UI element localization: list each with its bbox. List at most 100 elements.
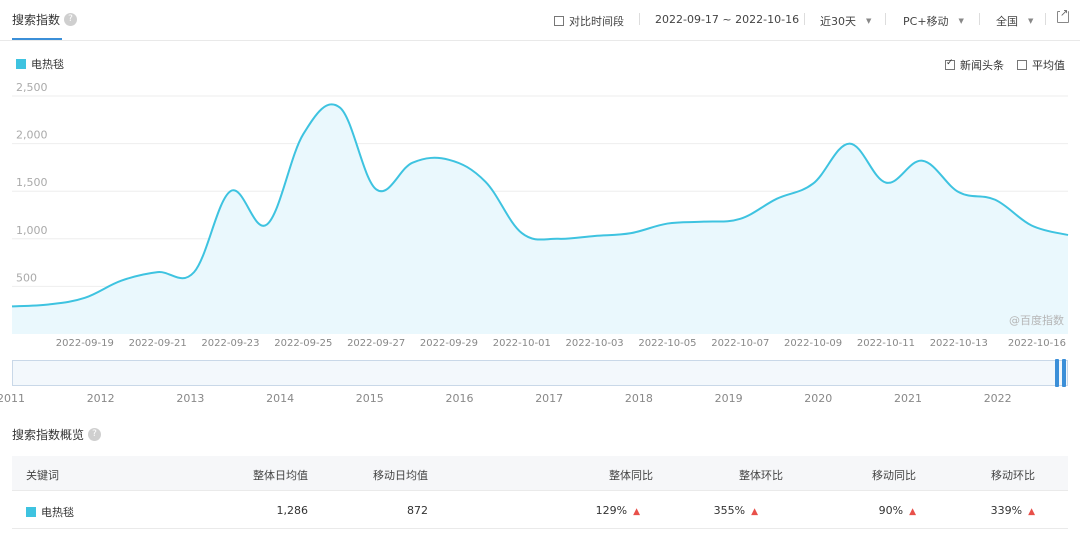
data-point[interactable] bbox=[9, 303, 15, 309]
data-point[interactable] bbox=[810, 181, 816, 187]
row-overall-avg: 1,286 bbox=[276, 504, 309, 517]
timeline-brush[interactable] bbox=[12, 360, 1068, 386]
table-header-row: 关键词 整体日均值 移动日均值 整体同比 整体环比 移动同比 移动环比 bbox=[12, 456, 1068, 491]
data-point[interactable] bbox=[191, 269, 197, 275]
overview-title-text: 搜索指数概览 bbox=[12, 428, 85, 442]
average-label: 平均值 bbox=[1032, 59, 1065, 72]
data-point[interactable] bbox=[337, 104, 343, 110]
region-value: 全国 bbox=[996, 15, 1018, 28]
help-icon[interactable]: ? bbox=[64, 13, 78, 26]
data-point[interactable] bbox=[555, 236, 561, 242]
timeline-year-label: 2013 bbox=[176, 392, 205, 405]
data-point[interactable] bbox=[300, 131, 306, 137]
data-point[interactable] bbox=[847, 141, 853, 147]
data-point[interactable] bbox=[919, 158, 925, 164]
data-point[interactable] bbox=[45, 301, 51, 307]
divider bbox=[639, 13, 640, 25]
x-tick-label: 2022-09-23 bbox=[201, 338, 259, 349]
data-point[interactable] bbox=[482, 179, 488, 185]
timeline-year-label: 2012 bbox=[86, 392, 115, 405]
arrow-up-icon: ▲ bbox=[633, 507, 640, 517]
index-header: 搜索指数 ? 对比时间段 2022-09-17 ~ 2022-10-16 近30… bbox=[0, 0, 1080, 41]
data-point[interactable] bbox=[519, 230, 525, 236]
news-toggle[interactable]: 新闻头条 bbox=[945, 57, 1004, 73]
data-point[interactable] bbox=[446, 157, 452, 163]
date-range-text: 2022-09-17 ~ 2022-10-16 bbox=[655, 13, 800, 26]
data-point[interactable] bbox=[883, 180, 889, 186]
data-point[interactable] bbox=[410, 160, 416, 166]
average-toggle[interactable]: 平均值 bbox=[1017, 57, 1065, 73]
divider bbox=[1045, 13, 1046, 25]
timeline-year-label: 2014 bbox=[266, 392, 295, 405]
device-value: PC+移动 bbox=[903, 15, 949, 28]
watermark-text: @百度指数 bbox=[1009, 313, 1064, 327]
device-select[interactable]: PC+移动 ▼ bbox=[903, 13, 964, 29]
average-checkbox[interactable] bbox=[1017, 60, 1027, 70]
row-mobile-mom-value: 339% bbox=[990, 504, 1023, 517]
x-tick-label: 2022-10-11 bbox=[857, 338, 915, 349]
data-point[interactable] bbox=[628, 230, 634, 236]
data-point[interactable] bbox=[1029, 222, 1035, 228]
data-point[interactable] bbox=[992, 197, 998, 203]
row-keyword-text: 电热毯 bbox=[41, 506, 74, 519]
divider bbox=[804, 13, 805, 25]
tab-search-index[interactable]: 搜索指数 ? bbox=[12, 11, 78, 28]
timeline-year-label: 2017 bbox=[535, 392, 564, 405]
y-tick-label: 1,000 bbox=[16, 224, 48, 237]
data-point[interactable] bbox=[737, 216, 743, 222]
compare-label: 对比时间段 bbox=[569, 15, 624, 28]
x-tick-label: 2022-09-25 bbox=[274, 338, 332, 349]
data-point[interactable] bbox=[118, 278, 124, 284]
timeline-year-label: 2015 bbox=[355, 392, 384, 405]
caret-down-icon: ▼ bbox=[866, 17, 872, 25]
data-point[interactable] bbox=[82, 295, 88, 301]
news-checkbox[interactable] bbox=[945, 58, 955, 70]
header-overall-mom: 整体环比 bbox=[739, 469, 783, 482]
brush-handle-left[interactable] bbox=[1055, 359, 1059, 387]
external-link-icon[interactable] bbox=[1057, 8, 1069, 23]
caret-down-icon: ▼ bbox=[1028, 17, 1034, 25]
row-keyword[interactable]: 电热毯 bbox=[26, 504, 74, 520]
timeline-year-label: 2011 bbox=[0, 392, 25, 405]
compare-checkbox[interactable] bbox=[554, 16, 564, 26]
data-point[interactable] bbox=[155, 269, 161, 275]
x-tick-label: 2022-10-05 bbox=[638, 338, 696, 349]
data-point[interactable] bbox=[774, 196, 780, 202]
overview-table: 关键词 整体日均值 移动日均值 整体同比 整体环比 移动同比 移动环比 电热毯 … bbox=[12, 456, 1068, 529]
data-point[interactable] bbox=[701, 219, 707, 225]
x-tick-label: 2022-09-27 bbox=[347, 338, 405, 349]
brush-handle-right[interactable] bbox=[1062, 359, 1066, 387]
arrow-up-icon: ▲ bbox=[909, 507, 916, 517]
x-tick-label: 2022-10-16 bbox=[1008, 338, 1066, 349]
data-point[interactable] bbox=[1065, 232, 1071, 238]
row-mobile-yoy-value: 90% bbox=[878, 504, 904, 517]
period-select[interactable]: 近30天 ▼ bbox=[820, 13, 871, 29]
keyword-swatch bbox=[26, 507, 36, 517]
chart-legend[interactable]: 电热毯 bbox=[16, 56, 64, 72]
data-point[interactable] bbox=[592, 233, 598, 239]
table-row: 电热毯 1,286 872 129% ▲ 355% ▲ 90% ▲ 339% ▲ bbox=[12, 491, 1068, 529]
header-overall-yoy: 整体同比 bbox=[609, 469, 653, 482]
row-mobile-avg: 872 bbox=[407, 504, 428, 517]
help-icon[interactable]: ? bbox=[88, 428, 102, 441]
divider bbox=[885, 13, 886, 25]
row-overall-mom-value: 355% bbox=[713, 504, 746, 517]
row-overall-yoy: 129% ▲ bbox=[596, 504, 640, 517]
compare-period-toggle[interactable]: 对比时间段 bbox=[554, 13, 624, 29]
series-area bbox=[12, 104, 1068, 335]
data-point[interactable] bbox=[956, 189, 962, 195]
x-tick-label: 2022-10-09 bbox=[784, 338, 842, 349]
x-tick-label: 2022-10-03 bbox=[566, 338, 624, 349]
data-point[interactable] bbox=[664, 221, 670, 227]
date-range-picker[interactable]: 2022-09-17 ~ 2022-10-16 bbox=[655, 13, 799, 26]
search-index-chart[interactable]: 500 1,000 1,500 2,000 2,500 2022-09-19 2022-09… bbox=[0, 80, 1080, 355]
timeline-year-label: 2016 bbox=[445, 392, 474, 405]
y-tick-label: 500 bbox=[16, 271, 37, 284]
data-point[interactable] bbox=[373, 186, 379, 192]
timeline-year-label: 2022 bbox=[983, 392, 1012, 405]
timeline-year-label: 2020 bbox=[804, 392, 833, 405]
overview-title: 搜索指数概览 ? bbox=[12, 426, 102, 443]
region-select[interactable]: 全国 ▼ bbox=[996, 13, 1033, 29]
data-point[interactable] bbox=[227, 188, 233, 194]
data-point[interactable] bbox=[264, 222, 270, 228]
